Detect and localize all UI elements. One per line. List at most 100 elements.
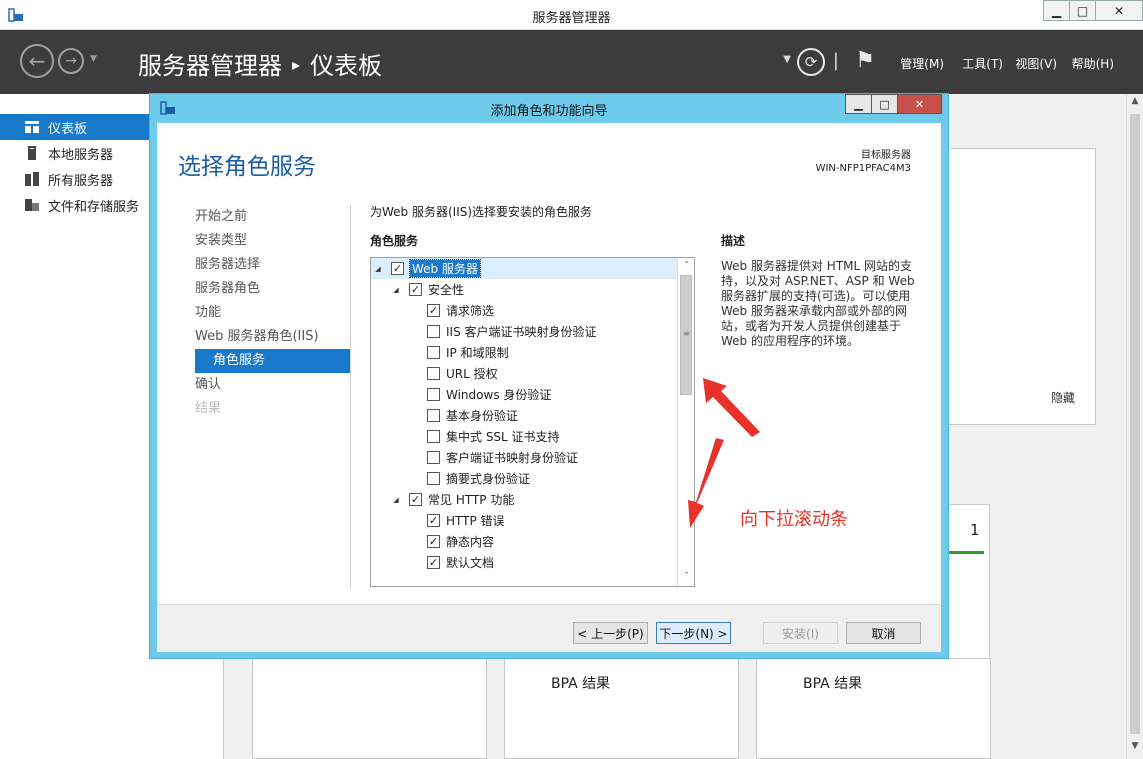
- notification-flag-icon[interactable]: ⚑: [855, 48, 875, 73]
- page-scrollbar[interactable]: ▲ ▼: [1126, 94, 1143, 759]
- checkbox-unchecked[interactable]: [427, 472, 440, 485]
- welcome-panel: 隐藏: [940, 148, 1096, 425]
- history-dropdown-icon[interactable]: ▼: [90, 54, 97, 64]
- checkbox-checked[interactable]: ✓: [427, 304, 440, 317]
- step-role-services[interactable]: 角色服务: [195, 349, 350, 373]
- tree-item[interactable]: IP 和域限制: [371, 342, 509, 363]
- breadcrumb-dropdown-icon[interactable]: ▼: [783, 54, 791, 65]
- checkbox-unchecked[interactable]: [427, 409, 440, 422]
- tile-panel-right: BPA 结果: [756, 658, 991, 759]
- tree-item[interactable]: 摘要式身份验证: [371, 468, 530, 489]
- menu-manage[interactable]: 管理(M): [900, 55, 944, 72]
- tree-item[interactable]: 基本身份验证: [371, 405, 518, 426]
- menu-help[interactable]: 帮助(H): [1072, 55, 1114, 72]
- checkbox-unchecked[interactable]: [427, 346, 440, 359]
- close-button[interactable]: ✕: [1095, 0, 1143, 21]
- checkbox-checked[interactable]: ✓: [409, 493, 422, 506]
- wizard-maximize-button[interactable]: □: [871, 94, 898, 114]
- checkbox-checked[interactable]: ✓: [427, 514, 440, 527]
- tree-item-label: 客户端证书映射身份验证: [446, 451, 579, 465]
- sidebar-item-label: 本地服务器: [48, 147, 114, 163]
- checkbox-unchecked[interactable]: [427, 451, 440, 464]
- instruction-text: 为Web 服务器(IIS)选择要安装的角色服务: [370, 205, 593, 219]
- breadcrumb-app[interactable]: 服务器管理器: [138, 52, 282, 80]
- maximize-button[interactable]: □: [1069, 0, 1096, 21]
- tree-item-label: Web 服务器: [409, 259, 481, 278]
- tree-item[interactable]: Windows 身份验证: [371, 384, 551, 405]
- scroll-down-icon[interactable]: ▼: [1127, 741, 1143, 757]
- step-installation-type[interactable]: 安装类型: [195, 229, 350, 253]
- role-services-tree[interactable]: ✓ 默认文档 ✓ 静态内容 ✓ HTTP 错误 ◢ ✓ 常见 HTTP 功能 摘要式身份验证 客户端…: [370, 257, 695, 587]
- tree-item[interactable]: ◢ ✓ 常见 HTTP 功能: [371, 489, 514, 510]
- window-title: 服务器管理器: [532, 11, 611, 26]
- tile-count: 1: [970, 521, 980, 539]
- tree-item-label: IIS 客户端证书映射身份验证: [446, 325, 597, 339]
- checkbox-unchecked[interactable]: [427, 430, 440, 443]
- wizard-minimize-button[interactable]: ▁: [845, 94, 872, 114]
- target-server-value: WIN-NFP1PFAC4M3: [815, 163, 911, 174]
- tree-item-label: HTTP 错误: [446, 514, 505, 528]
- tree-item[interactable]: ✓ 默认文档: [371, 552, 494, 573]
- tree-item[interactable]: ✓ 请求筛选: [371, 300, 494, 321]
- bpa-results-label[interactable]: BPA 结果: [551, 673, 610, 693]
- cancel-button[interactable]: 取消: [846, 622, 921, 644]
- scroll-thumb[interactable]: [1130, 114, 1140, 734]
- scroll-down-icon[interactable]: ˅: [679, 569, 694, 586]
- window-titlebar: 服务器管理器 ▁ □ ✕: [0, 0, 1143, 30]
- forward-arrow-icon[interactable]: →: [58, 48, 84, 74]
- tree-item[interactable]: IIS 客户端证书映射身份验证: [371, 321, 597, 342]
- tree-scroll-thumb[interactable]: ≡: [680, 275, 692, 395]
- tree-item-label: IP 和域限制: [446, 346, 509, 360]
- tree-item[interactable]: URL 授权: [371, 363, 498, 384]
- tree-scrollbar[interactable]: ˄ ≡ ˅: [677, 258, 694, 586]
- next-button[interactable]: 下一步(N) >: [656, 622, 731, 644]
- checkbox-unchecked[interactable]: [427, 367, 440, 380]
- tree-item[interactable]: 集中式 SSL 证书支持: [371, 426, 560, 447]
- checkbox-checked[interactable]: ✓: [409, 283, 422, 296]
- step-features[interactable]: 功能: [195, 301, 350, 325]
- back-arrow-icon[interactable]: ←: [20, 44, 54, 78]
- scroll-up-icon[interactable]: ▲: [1127, 96, 1143, 112]
- sidebar-item-label: 文件和存储服务: [48, 199, 140, 215]
- checkbox-unchecked[interactable]: [427, 325, 440, 338]
- wizard-body: 选择角色服务 目标服务器 WIN-NFP1PFAC4M3 开始之前 安装类型 服…: [157, 123, 941, 652]
- minimize-button[interactable]: ▁: [1043, 0, 1070, 21]
- wizard-footer: < 上一步(P) 下一步(N) > 安装(I) 取消: [157, 604, 941, 652]
- hide-link[interactable]: 隐藏: [1051, 389, 1075, 406]
- checkbox-checked[interactable]: ✓: [427, 556, 440, 569]
- tree-item-label: 静态内容: [446, 535, 495, 549]
- previous-button[interactable]: < 上一步(P): [573, 622, 648, 644]
- add-roles-wizard: 添加角色和功能向导 ▁ □ ✕ 选择角色服务 目标服务器 WIN-NFP1PFA…: [149, 93, 949, 659]
- menu-view[interactable]: 视图(V): [1015, 55, 1057, 72]
- checkbox-unchecked[interactable]: [427, 388, 440, 401]
- scroll-up-icon[interactable]: ˄: [679, 258, 694, 275]
- wizard-titlebar: 添加角色和功能向导 ▁ □ ✕: [150, 94, 948, 122]
- refresh-icon[interactable]: ⟳: [797, 48, 825, 76]
- tree-item[interactable]: ◢ ✓ 安全性: [371, 279, 464, 300]
- dashboard-icon: [25, 121, 39, 133]
- tree-item[interactable]: ✓ 静态内容: [371, 531, 494, 552]
- tree-item[interactable]: ✓ HTTP 错误: [371, 510, 505, 531]
- tree-item-label: 请求筛选: [446, 304, 495, 318]
- step-confirmation[interactable]: 确认: [195, 373, 350, 397]
- collapse-triangle-icon[interactable]: ◢: [391, 496, 401, 504]
- tile-panel-left: [252, 658, 487, 759]
- tree-item[interactable]: ◢ ✓ Web 服务器: [371, 258, 678, 279]
- tree-item[interactable]: 客户端证书映射身份验证: [371, 447, 578, 468]
- bpa-results-label[interactable]: BPA 结果: [803, 673, 862, 693]
- step-server-roles[interactable]: 服务器角色: [195, 277, 350, 301]
- checkbox-checked[interactable]: ✓: [391, 262, 404, 275]
- step-before-you-begin[interactable]: 开始之前: [195, 205, 350, 229]
- breadcrumb-separator-icon: ▸: [292, 55, 301, 74]
- step-server-selection[interactable]: 服务器选择: [195, 253, 350, 277]
- checkbox-checked[interactable]: ✓: [427, 535, 440, 548]
- tree-item-label: Windows 身份验证: [446, 388, 552, 402]
- collapse-triangle-icon[interactable]: ◢: [391, 286, 401, 294]
- install-button: 安装(I): [763, 622, 838, 644]
- wizard-close-button[interactable]: ✕: [897, 94, 942, 114]
- tree-item-label: URL 授权: [446, 367, 498, 381]
- servers-icon: [25, 172, 39, 186]
- step-web-server-role[interactable]: Web 服务器角色(IIS): [195, 325, 350, 349]
- menu-tools[interactable]: 工具(T): [962, 55, 1003, 72]
- collapse-triangle-icon[interactable]: ◢: [373, 265, 383, 273]
